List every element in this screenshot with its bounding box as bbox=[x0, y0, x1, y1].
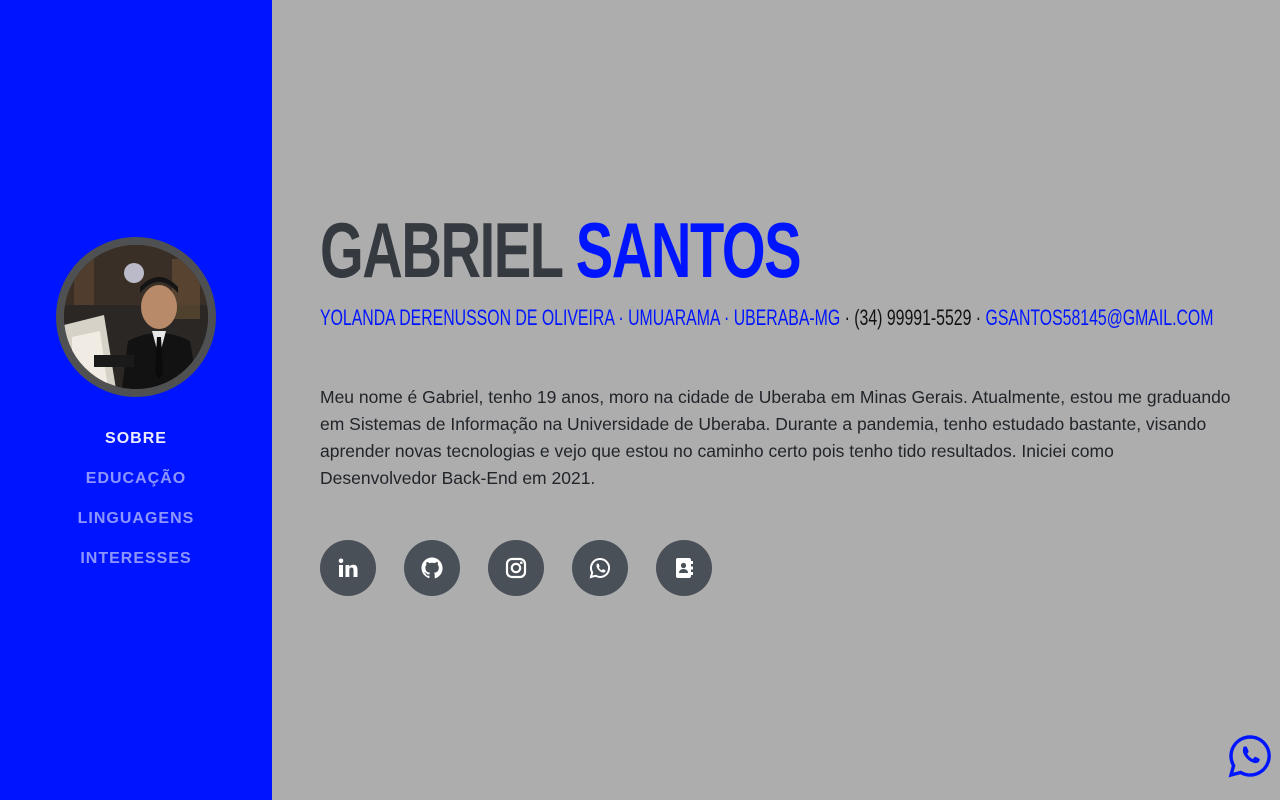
whatsapp-floating-button[interactable] bbox=[1228, 734, 1272, 778]
contact-button[interactable] bbox=[656, 540, 712, 596]
separator: · bbox=[971, 305, 986, 330]
whatsapp-icon bbox=[1228, 735, 1271, 778]
contact-line: YOLANDA DERENUSSON DE OLIVEIRA · UMUARAM… bbox=[320, 304, 1213, 332]
sidebar: SOBRE EDUCAÇÃO LINGUAGENS INTERESSES bbox=[0, 0, 272, 800]
sidebar-nav: SOBRE EDUCAÇÃO LINGUAGENS INTERESSES bbox=[78, 419, 195, 579]
address-text: YOLANDA DERENUSSON DE OLIVEIRA · UMUARAM… bbox=[320, 305, 841, 330]
github-icon bbox=[421, 557, 443, 579]
profile-avatar bbox=[56, 237, 216, 397]
separator: · bbox=[840, 305, 855, 330]
instagram-icon bbox=[505, 557, 527, 579]
nav-item-sobre[interactable]: SOBRE bbox=[78, 419, 195, 459]
first-name: GABRIEL bbox=[320, 206, 563, 294]
profile-photo bbox=[64, 245, 208, 389]
linkedin-icon bbox=[338, 558, 358, 577]
linkedin-button[interactable] bbox=[320, 540, 376, 596]
whatsapp-icon bbox=[589, 557, 611, 579]
last-name: SANTOS bbox=[575, 206, 802, 294]
email-link[interactable]: GSANTOS58145@GMAIL.COM bbox=[985, 305, 1213, 330]
github-button[interactable] bbox=[404, 540, 460, 596]
page-title: GABRIEL SANTOS bbox=[320, 205, 802, 295]
whatsapp-button[interactable] bbox=[572, 540, 628, 596]
nav-item-educacao[interactable]: EDUCAÇÃO bbox=[78, 459, 195, 499]
nav-item-linguagens[interactable]: LINGUAGENS bbox=[78, 499, 195, 539]
phone-text: (34) 99991-5529 bbox=[854, 305, 972, 330]
contact-book-icon bbox=[676, 558, 693, 578]
instagram-button[interactable] bbox=[488, 540, 544, 596]
about-paragraph: Meu nome é Gabriel, tenho 19 anos, moro … bbox=[320, 387, 1231, 488]
social-links bbox=[320, 540, 740, 596]
nav-item-interesses[interactable]: INTERESSES bbox=[78, 539, 195, 579]
